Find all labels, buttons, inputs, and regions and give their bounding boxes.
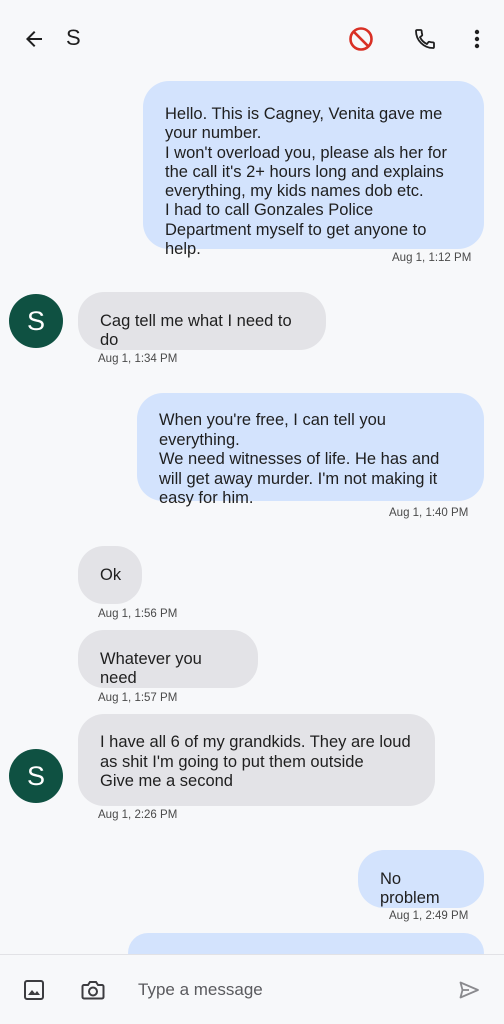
avatar-initial: S bbox=[26, 305, 45, 336]
message-timestamp: Aug 1, 2:49 PM bbox=[389, 910, 469, 922]
gallery-button[interactable] bbox=[14, 970, 54, 1010]
contact-avatar[interactable]: S bbox=[9, 294, 63, 348]
message-timestamp: Aug 1, 1:34 PM bbox=[98, 353, 178, 365]
call-button[interactable] bbox=[405, 19, 445, 59]
message-timestamp: Aug 1, 1:40 PM bbox=[389, 507, 469, 519]
message-timestamp: Aug 1, 1:57 PM bbox=[98, 692, 178, 704]
camera-icon bbox=[81, 981, 105, 1000]
top-app-bar: S bbox=[0, 0, 504, 76]
received-message-bubble[interactable]: Whatever you need bbox=[78, 630, 258, 688]
more-vert-icon bbox=[474, 29, 480, 49]
received-message-bubble[interactable]: Ok bbox=[78, 546, 142, 604]
message-input[interactable] bbox=[124, 969, 424, 1011]
message-text: Ok bbox=[100, 566, 122, 584]
block-button[interactable] bbox=[341, 19, 381, 59]
message-text: Hello. This is Cagney, Venita gave me yo… bbox=[165, 105, 447, 259]
gallery-icon bbox=[24, 980, 44, 1000]
back-button[interactable] bbox=[14, 19, 54, 59]
message-text: I have all 6 of my grandkids. They are l… bbox=[100, 733, 411, 790]
avatar-initial: S bbox=[26, 760, 45, 791]
received-message-bubble[interactable]: Cag tell me what I need to do bbox=[78, 292, 326, 350]
back-arrow-icon bbox=[26, 31, 42, 47]
send-icon bbox=[459, 981, 479, 999]
message-timestamp: Aug 1, 1:12 PM bbox=[392, 252, 472, 264]
compose-bar bbox=[0, 954, 504, 1024]
more-options-button[interactable] bbox=[457, 19, 497, 59]
phone-icon bbox=[415, 29, 435, 49]
sent-message-bubble[interactable]: Hello. This is Cagney, Venita gave me yo… bbox=[143, 81, 484, 258]
message-text: Whatever you need bbox=[100, 650, 202, 687]
contact-name[interactable]: S bbox=[66, 25, 81, 51]
send-button[interactable] bbox=[449, 970, 489, 1010]
message-timestamp: Aug 1, 2:26 PM bbox=[98, 809, 178, 821]
message-timestamp: Aug 1, 1:56 PM bbox=[98, 608, 178, 620]
block-icon bbox=[349, 27, 373, 51]
camera-button[interactable] bbox=[73, 970, 113, 1010]
message-text: When you're free, I can tell you everyth… bbox=[159, 411, 440, 507]
contact-avatar[interactable]: S bbox=[9, 749, 63, 803]
received-message-bubble[interactable]: I have all 6 of my grandkids. They are l… bbox=[78, 714, 435, 806]
message-text: Cag tell me what I need to do bbox=[100, 312, 292, 349]
message-text: No problem bbox=[380, 870, 440, 907]
sent-message-bubble[interactable]: No problem bbox=[358, 850, 484, 908]
sent-message-bubble[interactable]: When you're free, I can tell you everyth… bbox=[137, 393, 484, 507]
